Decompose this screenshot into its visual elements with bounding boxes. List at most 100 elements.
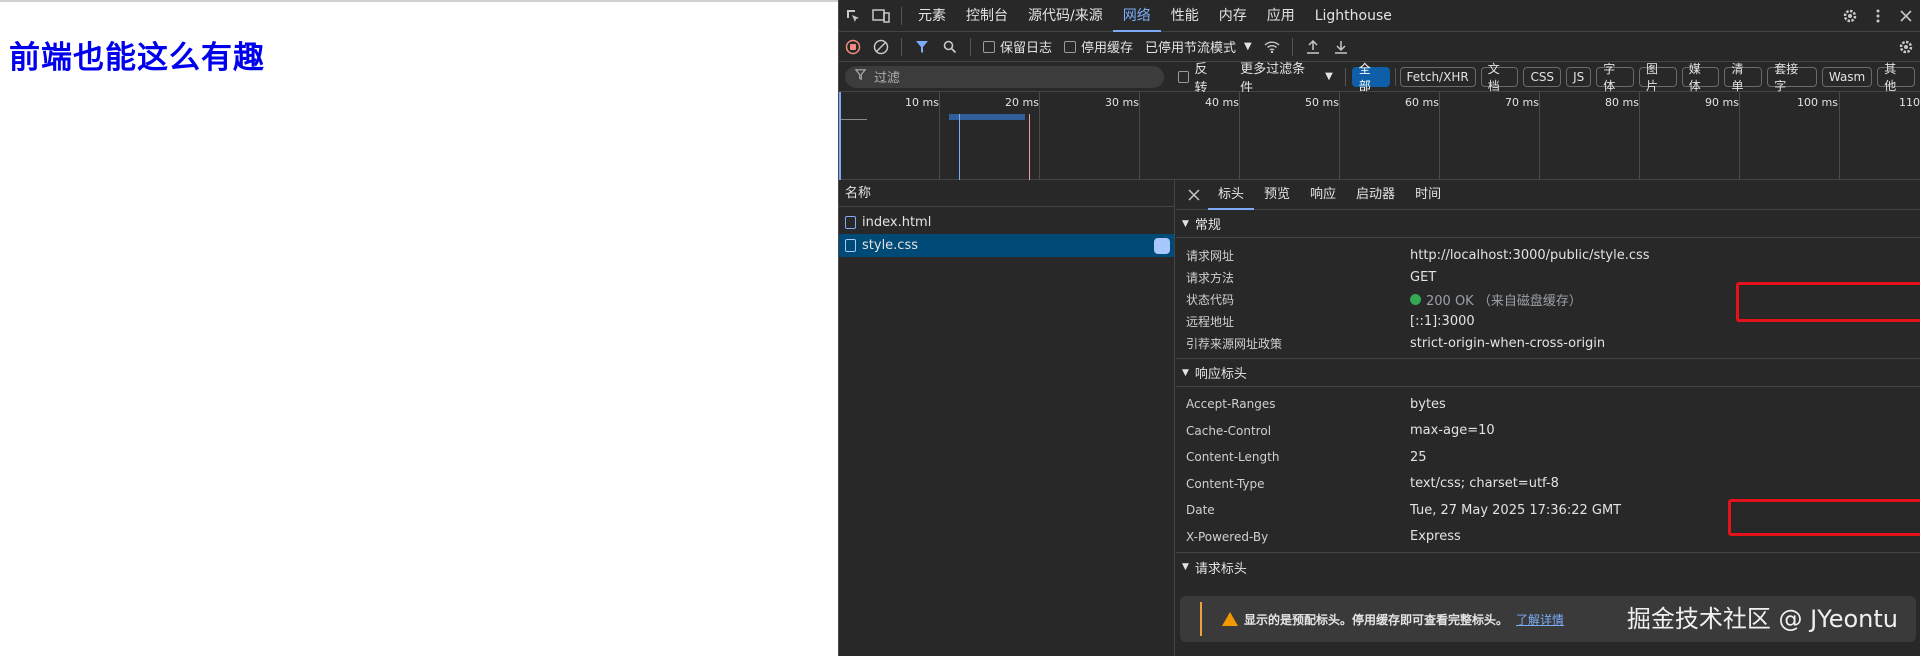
tab-preview[interactable]: 预览 xyxy=(1254,180,1300,210)
type-filter-all[interactable]: 全部 xyxy=(1351,62,1390,93)
status-ok-dot xyxy=(1410,293,1421,305)
header-row: Content-Length 25 xyxy=(1176,444,1920,471)
timeline-tick-label: 80 ms xyxy=(1605,96,1639,109)
preserve-log-label: 保留日志 xyxy=(1000,41,1053,56)
filter-input[interactable]: 过滤 xyxy=(845,65,1164,88)
response-headers-section-header[interactable]: ▼ 响应标头 xyxy=(1176,359,1920,387)
record-stop-icon[interactable] xyxy=(839,33,867,61)
close-details-icon[interactable] xyxy=(1180,181,1208,209)
section-title: 响应标头 xyxy=(1194,367,1247,382)
timeline-gridline xyxy=(1739,92,1740,180)
panel-tab-sources[interactable]: 源代码/来源 xyxy=(1018,0,1113,32)
close-devtools-icon[interactable] xyxy=(1892,2,1920,30)
timeline-gridline xyxy=(1439,92,1440,180)
chevron-down-icon: ▼ xyxy=(1325,71,1333,82)
timeline-tick-label: 100 ms xyxy=(1797,96,1838,109)
header-value: Express xyxy=(1410,529,1461,545)
type-filter-socket[interactable]: 套接字 xyxy=(1767,62,1817,93)
status-code-value: 200 OK （来自磁盘缓存） xyxy=(1410,290,1582,309)
devtools-panel: 元素 控制台 源代码/来源 网络 性能 内存 应用 Lighthouse 保留日… xyxy=(838,0,1920,656)
type-filter-font[interactable]: 字体 xyxy=(1596,62,1634,93)
request-headers-section-header[interactable]: ▼ 请求标头 xyxy=(1176,553,1920,581)
panel-tab-performance[interactable]: 性能 xyxy=(1161,0,1209,32)
general-section-header[interactable]: ▼ 常规 xyxy=(1176,210,1920,238)
clear-log-icon[interactable] xyxy=(867,33,895,61)
chevron-down-icon: ▼ xyxy=(1244,41,1252,52)
panel-tab-lighthouse[interactable]: Lighthouse xyxy=(1305,0,1402,32)
request-row-style-css[interactable]: style.css xyxy=(839,234,1174,257)
panel-tab-network[interactable]: 网络 xyxy=(1112,0,1161,32)
type-filter-other[interactable]: 其他 xyxy=(1877,62,1915,93)
network-toolbar: 保留日志 停用缓存 已停用节流模式 ▼ xyxy=(839,32,1920,62)
invert-checkbox[interactable]: 反转 xyxy=(1177,58,1221,96)
timeline-tick-label: 30 ms xyxy=(1105,96,1139,109)
toolbar-divider xyxy=(901,37,902,56)
preserve-log-checkbox[interactable]: 保留日志 xyxy=(983,37,1052,56)
search-icon[interactable] xyxy=(936,33,964,61)
timeline-request-bar xyxy=(949,114,1025,120)
panel-tab-elements[interactable]: 元素 xyxy=(908,0,956,32)
tab-timing[interactable]: 时间 xyxy=(1405,180,1451,210)
type-filter-fetch-xhr[interactable]: Fetch/XHR xyxy=(1399,66,1476,87)
tab-initiator[interactable]: 启动器 xyxy=(1346,180,1405,210)
more-options-icon[interactable] xyxy=(1864,2,1892,30)
toolbar-divider xyxy=(901,6,902,25)
header-key: 引荐来源网址政策 xyxy=(1186,336,1283,351)
header-row: Content-Type text/css; charset=utf-8 xyxy=(1176,471,1920,498)
type-filter-js[interactable]: JS xyxy=(1566,66,1592,87)
panel-tab-console[interactable]: 控制台 xyxy=(956,0,1018,32)
import-har-icon[interactable] xyxy=(1299,33,1327,61)
section-title: 请求标头 xyxy=(1194,561,1247,577)
type-filter-media[interactable]: 媒体 xyxy=(1681,62,1720,93)
toolbar-divider xyxy=(970,37,971,56)
type-filter-wasm[interactable]: Wasm xyxy=(1821,66,1873,87)
timeline-tick-label: 50 ms xyxy=(1305,96,1339,109)
panel-tab-memory[interactable]: 内存 xyxy=(1209,0,1257,32)
header-key: X-Powered-By xyxy=(1186,529,1269,544)
timeline-gridline xyxy=(1139,92,1140,180)
timeline-tick-label: 110 xyxy=(1899,96,1920,109)
panel-tab-application[interactable]: 应用 xyxy=(1257,0,1305,32)
network-settings-gear-icon[interactable] xyxy=(1892,33,1920,61)
timeline-gridline xyxy=(1839,92,1840,180)
disable-cache-checkbox[interactable]: 停用缓存 xyxy=(1064,37,1133,56)
header-value: strict-origin-when-cross-origin xyxy=(1410,335,1606,351)
inspect-element-icon[interactable] xyxy=(839,2,867,30)
throttling-value: 已停用节流模式 xyxy=(1145,41,1237,56)
device-toolbar-icon[interactable] xyxy=(867,2,895,30)
header-row: 请求网址 http://localhost:3000/public/style.c… xyxy=(1176,244,1920,266)
checkbox-box[interactable] xyxy=(1064,40,1077,53)
checkbox-box[interactable] xyxy=(983,40,995,53)
disable-cache-label: 停用缓存 xyxy=(1081,41,1134,56)
timeline-tick-label: 70 ms xyxy=(1505,96,1539,109)
type-filter-css[interactable]: CSS xyxy=(1523,66,1562,87)
header-value: max-age=10 xyxy=(1410,423,1495,439)
throttling-dropdown[interactable]: 已停用节流模式 ▼ xyxy=(1145,37,1252,56)
header-key: Accept-Ranges xyxy=(1186,397,1276,412)
date-highlight-box xyxy=(1728,499,1920,536)
checkbox-box[interactable] xyxy=(1177,70,1190,83)
more-filters-dropdown[interactable]: 更多过滤条件 ▼ xyxy=(1240,58,1333,96)
tab-headers[interactable]: 标头 xyxy=(1208,180,1255,210)
request-row-index-html[interactable]: index.html xyxy=(839,211,1174,234)
name-column-header[interactable]: 名称 xyxy=(839,180,1174,207)
toolbar-divider xyxy=(1394,67,1396,86)
warning-text: 显示的是预配标头。停用缓存即可查看完整标头。 xyxy=(1244,612,1509,627)
type-filter-img[interactable]: 图片 xyxy=(1638,62,1677,93)
request-name: index.html xyxy=(862,215,932,230)
filter-placeholder: 过滤 xyxy=(874,71,901,86)
tab-response[interactable]: 响应 xyxy=(1300,180,1346,210)
timeline-gridline xyxy=(1239,92,1240,180)
invert-label: 反转 xyxy=(1194,61,1208,96)
page-viewport: 前端也能这么有趣 xyxy=(0,0,838,656)
type-filter-manifest[interactable]: 清单 xyxy=(1724,62,1763,93)
filter-funnel-icon[interactable] xyxy=(908,33,936,61)
learn-more-link[interactable]: 了解详情 xyxy=(1516,611,1564,628)
network-conditions-icon[interactable] xyxy=(1258,33,1286,61)
settings-gear-icon[interactable] xyxy=(1836,2,1864,30)
export-har-icon[interactable] xyxy=(1327,33,1355,61)
toolbar-divider xyxy=(1291,37,1293,56)
network-overview-timeline[interactable]: 10 ms 20 ms 30 ms 40 ms 50 ms 60 ms 70 m… xyxy=(839,92,1920,180)
timeline-selection-left-handle[interactable] xyxy=(839,92,841,180)
type-filter-doc[interactable]: 文档 xyxy=(1480,62,1519,93)
